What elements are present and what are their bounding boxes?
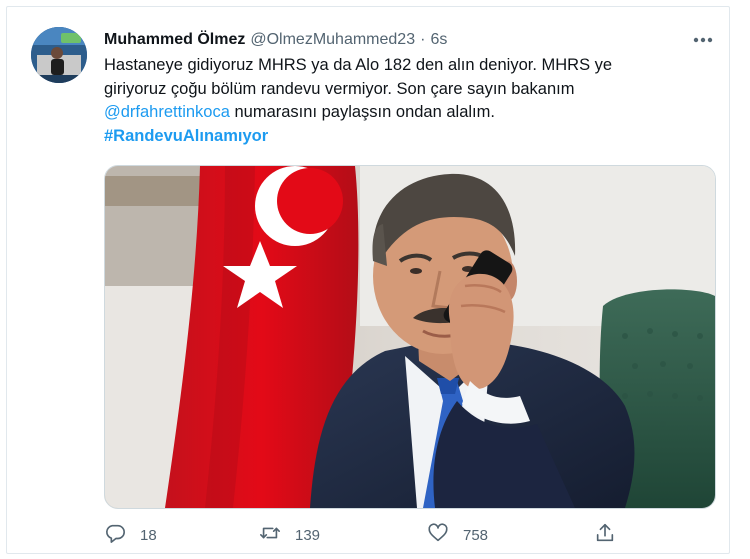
timestamp[interactable]: 6s: [430, 31, 447, 49]
tweet-actions: 18 139 758: [104, 522, 634, 548]
retweet-icon: [259, 522, 281, 548]
hashtag-link[interactable]: #RandevuAlınamıyor: [104, 127, 268, 145]
author-handle[interactable]: @OlmezMuhammed23: [250, 31, 415, 49]
separator: ·: [420, 31, 426, 48]
tweet-text-line-1: Hastaneye gidiyoruz MHRS ya da Alo 182 d…: [104, 56, 613, 74]
retweet-button[interactable]: 139: [259, 522, 320, 548]
retweet-count: 139: [295, 526, 321, 544]
tweet-text-line-2: giriyoruz çoğu bölüm randevu vermiyor. S…: [104, 79, 575, 98]
tweet-header: Muhammed Ölmez @OlmezMuhammed23 · 6s: [104, 29, 447, 51]
tweet-text-line-4: #RandevuAlınamıyor: [104, 125, 704, 149]
tweet-photo[interactable]: [104, 165, 716, 509]
avatar[interactable]: [31, 27, 87, 83]
more-icon[interactable]: [691, 31, 715, 49]
author-name[interactable]: Muhammed Ölmez: [104, 31, 245, 49]
tweet-card: Muhammed Ölmez @OlmezMuhammed23 · 6s Has…: [6, 6, 730, 554]
share-icon: [594, 522, 616, 548]
like-button[interactable]: 758: [427, 522, 488, 548]
like-count: 758: [463, 526, 489, 544]
tweet-text: Hastaneye gidiyoruz MHRS ya da Alo 182 d…: [104, 54, 704, 148]
tweet-text-line-3-rest: numarasını paylaşsın ondan alalım.: [229, 103, 495, 121]
reply-icon: [104, 522, 126, 548]
share-button[interactable]: [594, 522, 616, 548]
reply-button[interactable]: 18: [104, 522, 157, 548]
mention-link[interactable]: @drfahrettinkoca: [104, 103, 230, 121]
tweet-text-line-3: @drfahrettinkoca numarasını paylaşsın on…: [104, 101, 704, 125]
reply-count: 18: [140, 526, 157, 544]
like-icon: [427, 522, 449, 548]
